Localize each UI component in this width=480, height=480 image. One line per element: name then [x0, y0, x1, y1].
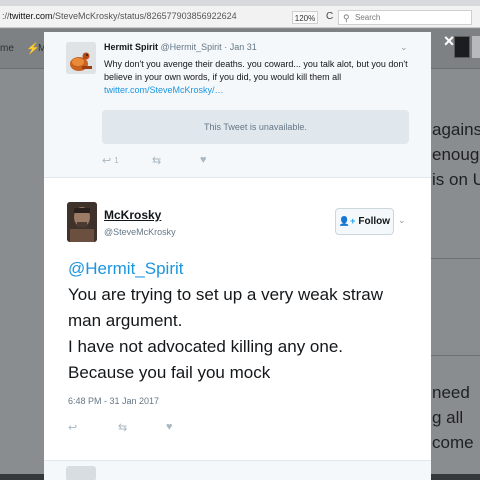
background-text-line: enough [432, 145, 480, 164]
reply-icon: ↩ [102, 155, 112, 167]
url-scheme: :// [2, 11, 10, 21]
author-handle[interactable]: @SteveMcKrosky [104, 227, 176, 237]
chevron-down-icon[interactable]: ⌄ [398, 215, 406, 226]
parent-tweet[interactable]: Hermit Spirit @Hermit_Spirit · Jan 31 ⌄ … [44, 32, 431, 178]
parent-tweet-text: Why don't you avenge their deaths. you c… [104, 58, 409, 97]
background-divider [431, 355, 480, 356]
tweet-modal: Hermit Spirit @Hermit_Spirit · Jan 31 ⌄ … [44, 32, 431, 480]
background-divider [431, 258, 480, 259]
background-edge [472, 36, 480, 58]
reply-button[interactable]: ↩ 1 [102, 154, 119, 167]
heart-icon[interactable]: ♥ [200, 154, 207, 166]
heart-icon[interactable]: ♥ [166, 421, 173, 433]
follow-label: Follow [358, 216, 391, 227]
background-text-line: is on U [432, 170, 480, 189]
author-handle[interactable]: @Hermit_Spirit [161, 42, 222, 52]
background-text-line: need [432, 383, 470, 402]
reply-composer-strip [44, 460, 431, 480]
tweet-date[interactable]: Jan 31 [230, 42, 257, 52]
tweet-link[interactable]: twitter.com/SteveMcKrosky/… [104, 85, 224, 95]
background-text-line: g all [432, 408, 464, 427]
main-tweet-text: @Hermit_Spirit You are trying to set up … [68, 256, 418, 386]
reload-icon[interactable]: C [326, 11, 333, 22]
composer-avatar [66, 466, 96, 480]
url-domain: twitter.com [9, 11, 53, 21]
tweet-timestamp[interactable]: 6:48 PM - 31 Jan 2017 [68, 396, 159, 406]
background-nav-home: me [0, 43, 14, 54]
avatar[interactable] [67, 202, 97, 242]
close-icon[interactable]: × [440, 32, 458, 50]
tweet-line: Because you fail you mock [68, 363, 271, 382]
background-text-line: come [432, 433, 474, 452]
search-input[interactable]: ⚲ Search [338, 10, 472, 25]
parent-tweet-header: Hermit Spirit @Hermit_Spirit · Jan 31 [104, 42, 257, 52]
address-bar[interactable]: ://twitter.com/SteveMcKrosky/status/8265… [2, 11, 237, 21]
url-path: /SteveMcKrosky/status/826577903856922624 [52, 11, 237, 21]
mention-link[interactable]: @Hermit_Spirit [68, 256, 418, 282]
author-name[interactable]: McKrosky [104, 208, 161, 222]
reply-count: 1 [114, 156, 119, 165]
tweet-line: You are trying to set up a very weak str… [68, 285, 383, 330]
retweet-icon[interactable]: ⇆ [152, 154, 161, 167]
retweet-icon[interactable]: ⇆ [118, 421, 127, 434]
add-user-icon: 👤+ [338, 216, 356, 226]
zoom-level[interactable]: 120% [292, 11, 318, 24]
browser-toolbar: ://twitter.com/SteveMcKrosky/status/8265… [0, 6, 480, 28]
tweet-body: Why don't you avenge their deaths. you c… [104, 59, 408, 82]
background-text-line: against [432, 120, 480, 139]
separator: · [221, 42, 230, 52]
follow-button[interactable]: 👤+ Follow [335, 208, 394, 235]
reply-icon[interactable]: ↩ [68, 421, 77, 434]
chevron-down-icon[interactable]: ⌄ [400, 42, 408, 53]
tweet-line: I have not advocated killing any one. [68, 337, 344, 356]
search-icon: ⚲ [343, 13, 350, 23]
avatar[interactable] [66, 42, 96, 74]
author-name[interactable]: Hermit Spirit [104, 42, 158, 52]
unavailable-tweet-notice: This Tweet is unavailable. [102, 110, 409, 144]
search-placeholder: Search [355, 13, 381, 22]
